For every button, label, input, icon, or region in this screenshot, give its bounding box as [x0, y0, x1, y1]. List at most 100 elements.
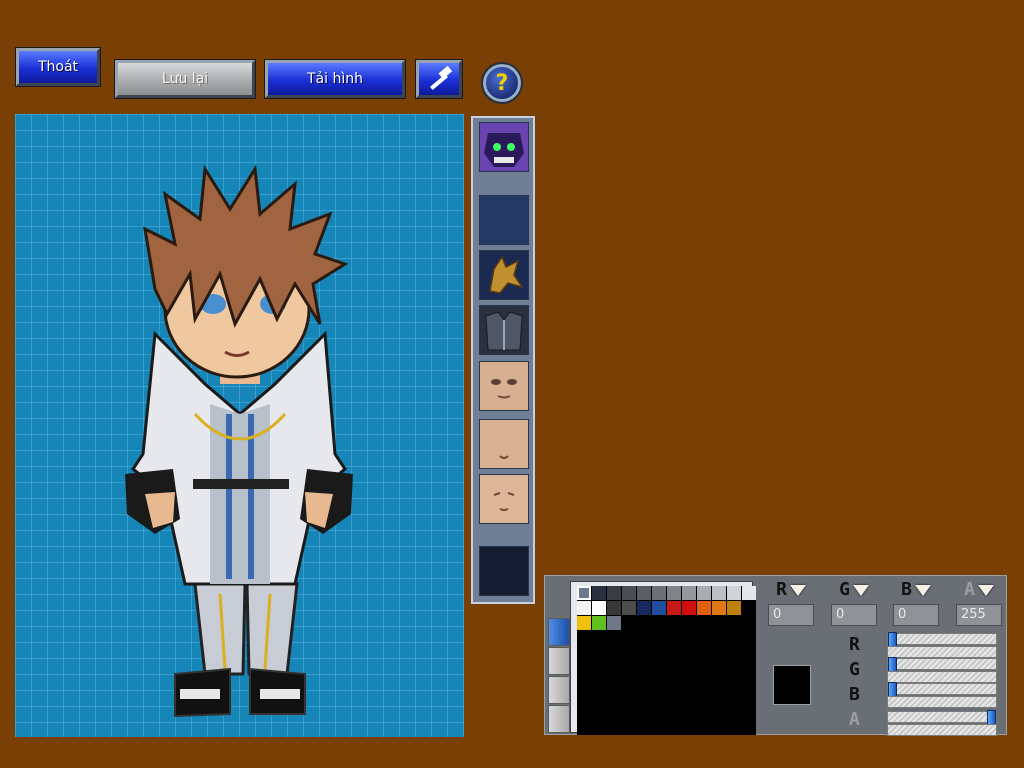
- palette-swatch[interactable]: [592, 616, 606, 630]
- palette-swatch[interactable]: [742, 706, 756, 720]
- palette-swatch[interactable]: [592, 706, 606, 720]
- palette-swatch[interactable]: [712, 601, 726, 615]
- palette-swatch[interactable]: [622, 706, 636, 720]
- palette-swatch[interactable]: [682, 586, 696, 600]
- palette-swatch[interactable]: [667, 661, 681, 675]
- palette-swatch[interactable]: [622, 661, 636, 675]
- palette-swatch[interactable]: [652, 601, 666, 615]
- palette-swatch[interactable]: [682, 646, 696, 660]
- palette-swatch[interactable]: [697, 721, 711, 735]
- palette-swatch[interactable]: [682, 706, 696, 720]
- palette-swatch[interactable]: [727, 706, 741, 720]
- palette-swatch[interactable]: [592, 676, 606, 690]
- palette-swatch[interactable]: [742, 601, 756, 615]
- palette-swatch[interactable]: [607, 601, 621, 615]
- palette-swatch[interactable]: [577, 646, 591, 660]
- palette-swatch[interactable]: [727, 616, 741, 630]
- palette-swatch[interactable]: [712, 676, 726, 690]
- palette-swatch[interactable]: [727, 601, 741, 615]
- part-slot-face-3[interactable]: [479, 474, 529, 524]
- palette-swatch[interactable]: [652, 586, 666, 600]
- palette-swatch[interactable]: [577, 721, 591, 735]
- palette-swatch[interactable]: [667, 676, 681, 690]
- channel-b-value[interactable]: 0: [893, 604, 939, 626]
- palette-tab-4[interactable]: [548, 705, 570, 733]
- palette-swatch[interactable]: [637, 616, 651, 630]
- palette-swatch[interactable]: [712, 661, 726, 675]
- load-image-button[interactable]: Tải hình: [264, 59, 406, 99]
- palette-swatch[interactable]: [637, 676, 651, 690]
- palette-swatch[interactable]: [622, 601, 636, 615]
- palette-swatch[interactable]: [682, 676, 696, 690]
- palette-swatch[interactable]: [727, 586, 741, 600]
- palette-swatch[interactable]: [742, 721, 756, 735]
- palette-swatch[interactable]: [592, 721, 606, 735]
- palette-swatch[interactable]: [667, 706, 681, 720]
- channel-g-dropdown[interactable]: G: [831, 579, 877, 601]
- palette-swatch[interactable]: [577, 601, 591, 615]
- palette-swatch[interactable]: [667, 601, 681, 615]
- palette-swatch[interactable]: [682, 661, 696, 675]
- palette-swatch[interactable]: [742, 661, 756, 675]
- palette-swatch[interactable]: [697, 676, 711, 690]
- part-slot-face-1[interactable]: [479, 361, 529, 411]
- palette-swatch[interactable]: [727, 631, 741, 645]
- palette-swatch[interactable]: [727, 721, 741, 735]
- exit-button[interactable]: Thoát: [15, 47, 101, 87]
- palette-swatch[interactable]: [682, 601, 696, 615]
- channel-g-value[interactable]: 0: [831, 604, 877, 626]
- palette-swatch[interactable]: [592, 631, 606, 645]
- palette-swatch[interactable]: [577, 616, 591, 630]
- palette-swatch[interactable]: [622, 721, 636, 735]
- palette-tab-1[interactable]: [548, 618, 570, 646]
- palette-swatch[interactable]: [682, 691, 696, 705]
- palette-swatch[interactable]: [607, 721, 621, 735]
- palette-swatch[interactable]: [607, 631, 621, 645]
- character-canvas[interactable]: [15, 114, 464, 737]
- palette-swatch[interactable]: [607, 616, 621, 630]
- palette-swatch[interactable]: [667, 586, 681, 600]
- palette-swatch[interactable]: [697, 616, 711, 630]
- palette-swatch[interactable]: [637, 706, 651, 720]
- save-button[interactable]: Lưu lại: [114, 59, 256, 99]
- palette-swatch[interactable]: [592, 601, 606, 615]
- palette-swatch[interactable]: [622, 616, 636, 630]
- palette-swatch[interactable]: [637, 661, 651, 675]
- slider-g[interactable]: [887, 657, 997, 673]
- palette-swatch[interactable]: [667, 721, 681, 735]
- palette-swatch[interactable]: [742, 616, 756, 630]
- palette-swatch[interactable]: [652, 661, 666, 675]
- palette-swatch[interactable]: [697, 706, 711, 720]
- hammer-tool-button[interactable]: [415, 59, 463, 99]
- palette-swatch[interactable]: [607, 586, 621, 600]
- channel-r-dropdown[interactable]: R: [768, 579, 814, 601]
- palette-swatch[interactable]: [637, 601, 651, 615]
- palette-swatch[interactable]: [742, 631, 756, 645]
- palette-swatch[interactable]: [727, 646, 741, 660]
- palette-swatch[interactable]: [742, 676, 756, 690]
- palette-swatch[interactable]: [577, 691, 591, 705]
- slider-a[interactable]: [887, 710, 997, 726]
- slider-r[interactable]: [887, 632, 997, 648]
- palette-swatch[interactable]: [622, 586, 636, 600]
- palette-swatch[interactable]: [682, 616, 696, 630]
- palette-swatch[interactable]: [697, 601, 711, 615]
- palette-swatch[interactable]: [637, 646, 651, 660]
- palette-swatch[interactable]: [652, 706, 666, 720]
- palette-swatch[interactable]: [622, 676, 636, 690]
- palette-swatch[interactable]: [622, 691, 636, 705]
- palette-swatch[interactable]: [592, 661, 606, 675]
- palette-swatch[interactable]: [682, 631, 696, 645]
- palette-swatch[interactable]: [577, 661, 591, 675]
- part-slot-armor-body[interactable]: [479, 305, 529, 355]
- palette-swatch[interactable]: [592, 586, 606, 600]
- palette-swatch[interactable]: [697, 586, 711, 600]
- palette-swatch[interactable]: [637, 586, 651, 600]
- palette-swatch[interactable]: [667, 616, 681, 630]
- palette-swatch[interactable]: [607, 646, 621, 660]
- palette-swatch[interactable]: [712, 586, 726, 600]
- palette-swatch[interactable]: [607, 706, 621, 720]
- channel-a-dropdown[interactable]: A: [956, 579, 1002, 601]
- help-button[interactable]: ?: [481, 62, 523, 104]
- palette-swatch[interactable]: [637, 721, 651, 735]
